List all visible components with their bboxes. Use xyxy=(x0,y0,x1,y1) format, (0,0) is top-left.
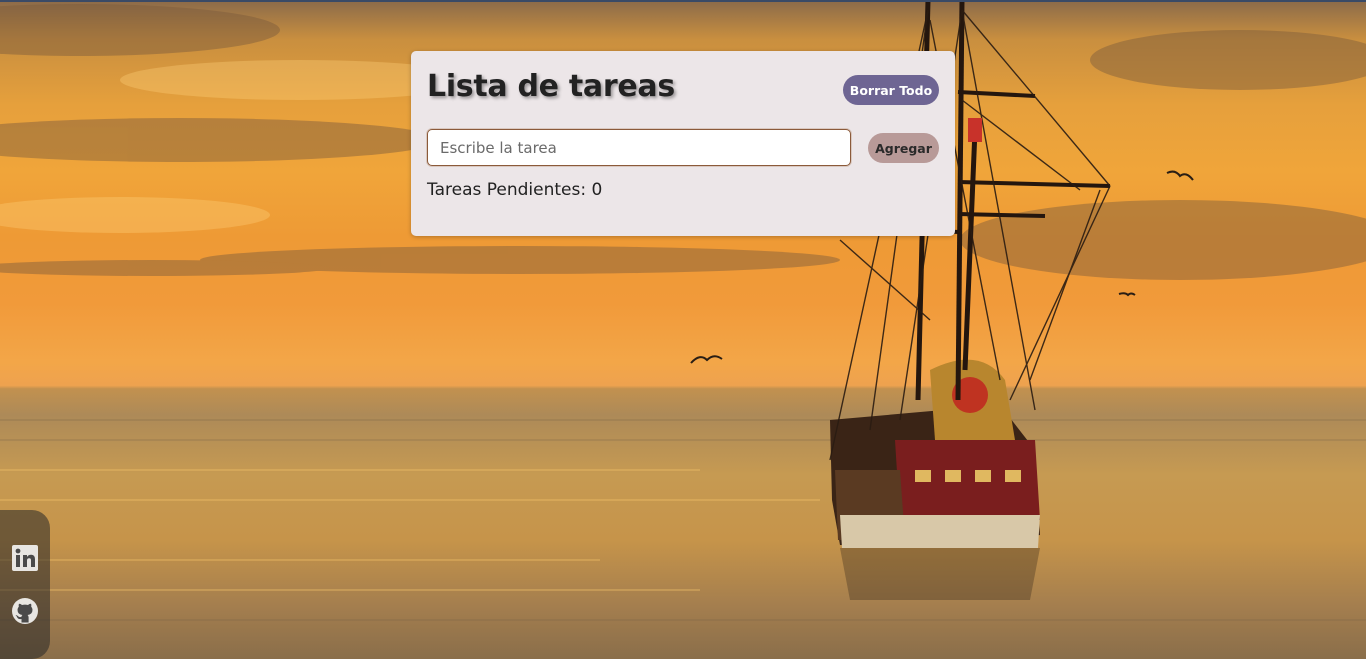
github-icon xyxy=(12,598,38,624)
top-border xyxy=(0,0,1366,2)
linkedin-link[interactable] xyxy=(11,544,39,572)
clear-all-button[interactable]: Borrar Todo xyxy=(843,75,939,105)
linkedin-icon xyxy=(12,545,38,571)
social-links-bar xyxy=(0,510,50,659)
page-title: Lista de tareas xyxy=(427,69,675,104)
todo-card: Lista de tareas Borrar Todo Agregar Tare… xyxy=(411,51,955,236)
add-task-button[interactable]: Agregar xyxy=(868,133,939,163)
pending-tasks-count: Tareas Pendientes: 0 xyxy=(427,180,603,200)
task-input[interactable] xyxy=(427,129,851,166)
github-link[interactable] xyxy=(11,597,39,625)
